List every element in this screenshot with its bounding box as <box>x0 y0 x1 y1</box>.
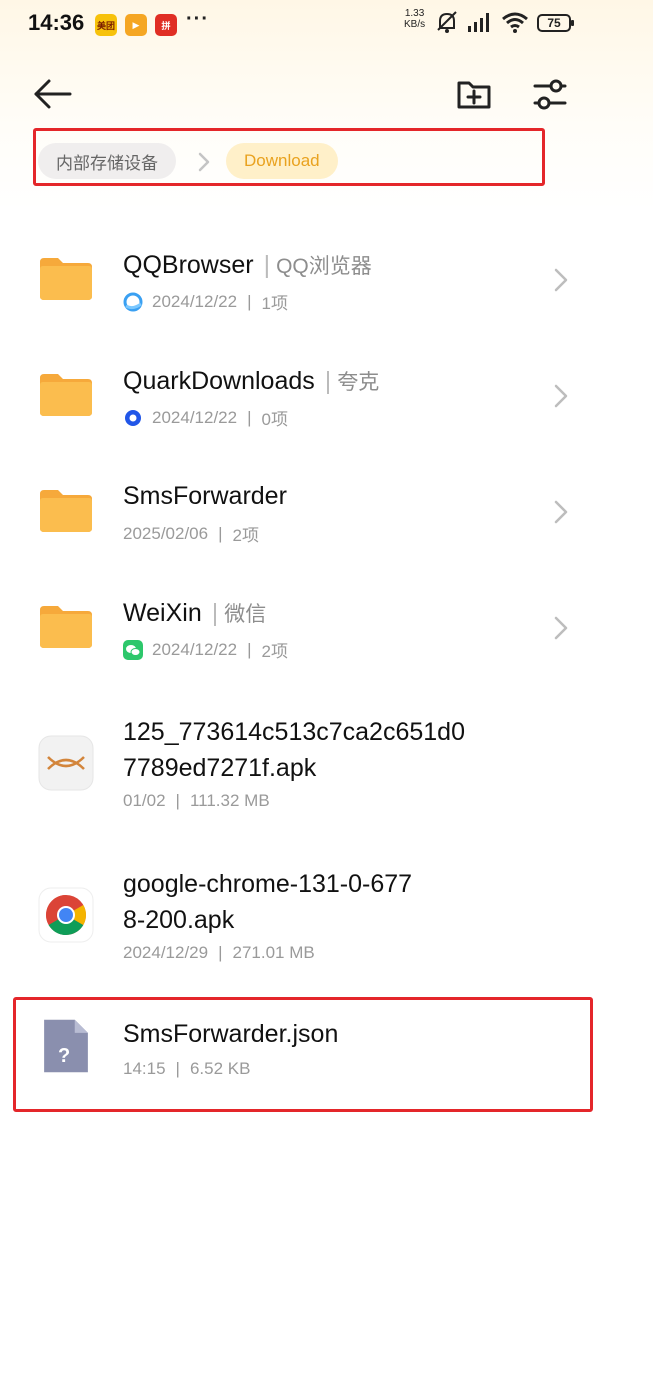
file-name-line1: google-chrome-131-0-677 <box>123 870 413 898</box>
name-divider: | <box>211 599 219 627</box>
file-alias: 微信 <box>224 603 267 626</box>
apk-app-icon <box>38 735 94 791</box>
file-alias: 夸克 <box>337 371 380 394</box>
file-meta: 2024/12/22 | 0项 <box>123 405 288 430</box>
net-speed-unit: KB/s <box>404 19 426 30</box>
net-speed: 1.33 KB/s <box>404 8 425 30</box>
file-meta: 2024/12/22 | 2项 <box>123 637 288 662</box>
net-speed-value: 1.33 <box>404 8 425 19</box>
file-meta: 2025/02/06 | 2项 <box>123 521 259 546</box>
meta-divider: | <box>247 639 252 659</box>
file-date: 14:15 <box>123 1059 166 1078</box>
name-divider: | <box>263 251 271 279</box>
file-size: 271.01 MB <box>232 943 315 962</box>
breadcrumb-chevron-icon <box>198 152 210 172</box>
breadcrumb-root[interactable]: 内部存储设备 <box>38 143 176 179</box>
file-name-line2: 7789ed7271f.apk <box>123 754 317 782</box>
file-name: QQBrowser | QQ浏览器 <box>123 250 372 280</box>
file-name: 125_773614c513c7ca2c651d0 7789ed7271f.ap… <box>123 714 465 786</box>
file-name-text: SmsForwarder.json <box>123 1020 339 1048</box>
file-row-weixin[interactable]: WeiXin | 微信 2024/12/22 | 2项 <box>0 572 653 684</box>
file-row-apk-125[interactable]: 125_773614c513c7ca2c651d0 7789ed7271f.ap… <box>0 700 653 830</box>
video-app-icon: ▶ <box>125 14 147 36</box>
more-notifications-icon: ··· <box>186 8 209 30</box>
signal-icon <box>468 13 489 32</box>
sliders-icon <box>533 79 567 110</box>
meta-divider: | <box>175 791 180 810</box>
meta-divider: | <box>218 943 223 962</box>
file-row-chrome-apk[interactable]: google-chrome-131-0-677 8-200.apk 2024/1… <box>0 852 653 982</box>
file-meta: 2024/12/22 | 1项 <box>123 289 288 314</box>
chrome-icon <box>38 887 94 943</box>
file-name: google-chrome-131-0-677 8-200.apk <box>123 866 412 938</box>
file-row-qqbrowser[interactable]: QQBrowser | QQ浏览器 2024/12/22 | 1项 <box>0 224 653 336</box>
new-folder-button[interactable] <box>454 74 494 114</box>
file-date: 2024/12/22 <box>152 407 238 427</box>
file-count: 2项 <box>261 642 288 661</box>
meta-divider: | <box>247 407 252 427</box>
chevron-right-icon <box>554 384 568 408</box>
chevron-right-icon <box>554 616 568 640</box>
status-bar: 14:36 美团 ▶ 拼 ··· 1.33 KB/s 75 <box>0 0 653 40</box>
qq-browser-icon <box>123 292 143 311</box>
meta-divider: | <box>218 523 223 543</box>
filter-button[interactable] <box>530 74 570 114</box>
file-count: 1项 <box>261 294 288 313</box>
file-name-line2: 8-200.apk <box>123 906 235 934</box>
file-date: 01/02 <box>123 791 166 810</box>
file-name: QuarkDownloads | 夸克 <box>123 366 379 396</box>
file-name-text: SmsForwarder <box>123 482 287 510</box>
name-divider: | <box>324 367 332 395</box>
folder-icon <box>40 606 92 648</box>
file-meta: 01/02 | 111.32 MB <box>123 791 270 811</box>
meta-divider: | <box>175 1059 180 1078</box>
breadcrumb-current[interactable]: Download <box>226 143 338 179</box>
file-date: 2024/12/29 <box>123 943 209 962</box>
file-row-quarkdownloads[interactable]: QuarkDownloads | 夸克 2024/12/22 | 0项 <box>0 340 653 452</box>
file-date: 2024/12/22 <box>152 639 238 659</box>
back-button[interactable] <box>32 74 76 114</box>
file-name: SmsForwarder <box>123 482 287 511</box>
wifi-icon <box>502 12 528 33</box>
file-meta: 2024/12/29 | 271.01 MB <box>123 943 315 963</box>
folder-plus-icon <box>457 81 491 109</box>
file-count: 0项 <box>261 410 288 429</box>
file-meta: 14:15 | 6.52 KB <box>123 1059 250 1079</box>
file-size: 6.52 KB <box>189 1059 251 1078</box>
file-name-text: QuarkDownloads <box>123 367 315 395</box>
file-row-smsforwarder-json[interactable]: ? SmsForwarder.json 14:15 | 6.52 KB <box>0 998 653 1110</box>
file-row-smsforwarder[interactable]: SmsForwarder 2025/02/06 | 2项 <box>0 456 653 568</box>
chevron-right-icon <box>554 268 568 292</box>
meta-divider: | <box>247 291 252 311</box>
file-alias: QQ浏览器 <box>276 255 372 278</box>
file-name-line1: 125_773614c513c7ca2c651d0 <box>123 718 465 746</box>
question-mark-icon: ? <box>58 1045 71 1067</box>
folder-icon <box>40 374 92 416</box>
meituan-app-icon: 美团 <box>95 14 117 36</box>
quark-icon <box>125 409 141 426</box>
folder-icon <box>40 258 92 300</box>
chevron-right-icon <box>554 500 568 524</box>
battery-indicator: 75 <box>537 14 574 32</box>
file-name-text: WeiXin <box>123 599 202 627</box>
status-time: 14:36 <box>28 10 85 35</box>
file-date: 2025/02/06 <box>123 523 209 543</box>
arrow-left-icon <box>34 79 72 109</box>
file-count: 2项 <box>232 526 259 545</box>
file-date: 2024/12/22 <box>152 291 238 311</box>
folder-icon <box>40 490 92 532</box>
wechat-icon <box>123 639 143 660</box>
file-size: 111.32 MB <box>189 791 270 810</box>
file-name: WeiXin | 微信 <box>123 598 266 628</box>
file-name: SmsForwarder.json <box>123 1020 338 1049</box>
pdd-app-icon: 拼 <box>155 14 177 36</box>
bell-muted-icon <box>437 11 457 33</box>
file-name-text: QQBrowser <box>123 251 254 279</box>
